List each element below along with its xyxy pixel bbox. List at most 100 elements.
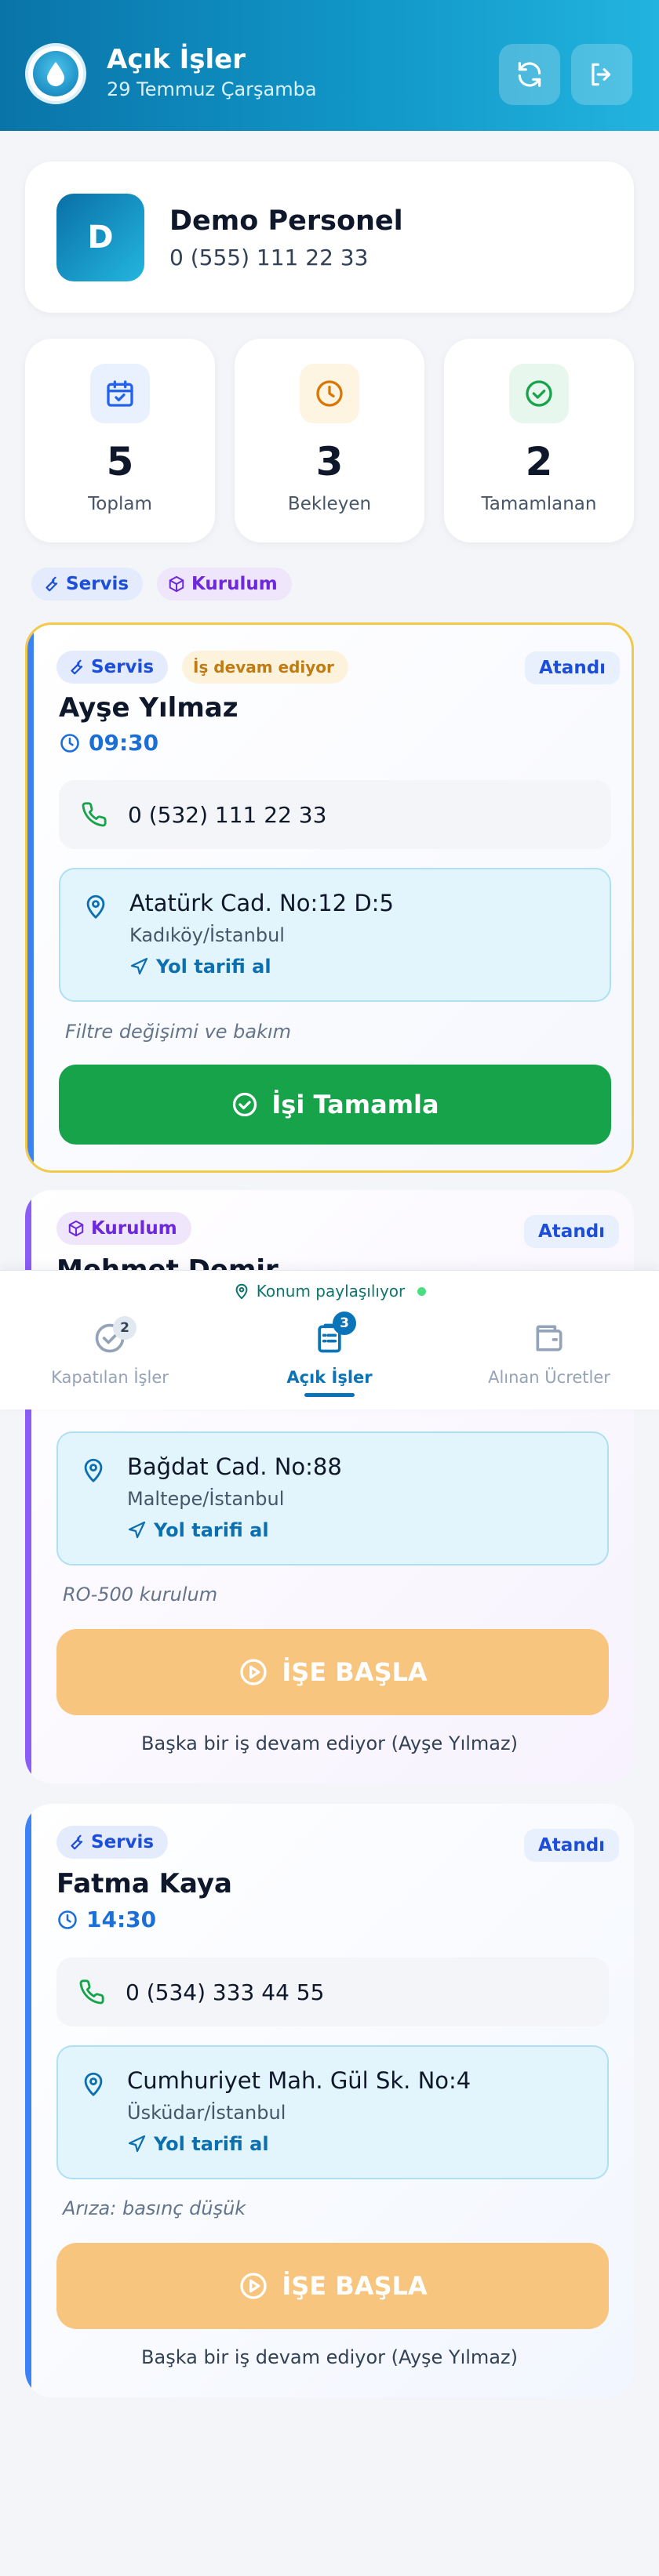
in-progress-badge: İş devam ediyor bbox=[182, 651, 348, 684]
refresh-icon bbox=[518, 62, 541, 87]
location-status: Konum paylaşılıyor bbox=[0, 1282, 659, 1301]
app-logo bbox=[25, 43, 86, 104]
job-note: Filtre değişimi ve bakım bbox=[65, 1021, 292, 1043]
wallet-icon bbox=[536, 1325, 563, 1351]
map-pin-icon bbox=[235, 1283, 248, 1300]
map-pin-icon bbox=[84, 1458, 103, 1482]
job-type-chip: Servis bbox=[56, 651, 169, 684]
directions-label: Yol tarifi al bbox=[154, 1519, 269, 1541]
nav-open-jobs[interactable]: 3 Açık İşler bbox=[220, 1312, 439, 1398]
job-time: 14:30 bbox=[56, 1907, 156, 1932]
phone-number: 0 (532) 111 22 33 bbox=[128, 801, 327, 828]
customer-name: Fatma Kaya bbox=[56, 1868, 232, 1899]
nav-badge: 3 bbox=[333, 1312, 356, 1335]
job-type-bar bbox=[27, 625, 34, 1170]
start-job-label: İŞE BAŞLA bbox=[282, 2271, 428, 2301]
stat-total: 5 Toplam bbox=[25, 339, 215, 542]
job-type-chip: Kurulum bbox=[56, 1212, 191, 1245]
box-icon bbox=[68, 1220, 84, 1237]
phone-icon bbox=[79, 1979, 104, 2005]
location-active-dot bbox=[417, 1286, 427, 1296]
clock-icon bbox=[58, 1910, 77, 1929]
map-pin-icon bbox=[86, 894, 105, 919]
page-title: Açık İşler bbox=[107, 44, 246, 75]
complete-job-label: İşi Tamamla bbox=[271, 1090, 439, 1119]
stat-label: Bekleyen bbox=[287, 494, 372, 514]
complete-job-button[interactable]: İşi Tamamla bbox=[59, 1065, 611, 1145]
address-district: Kadıköy/İstanbul bbox=[129, 924, 285, 946]
location-status-label: Konum paylaşılıyor bbox=[256, 1282, 406, 1301]
nav-received-payments[interactable]: Alınan Ücretler bbox=[439, 1312, 659, 1398]
directions-link[interactable]: Yol tarifi al bbox=[127, 2133, 269, 2155]
job-time-value: 09:30 bbox=[89, 730, 159, 756]
customer-name: Ayşe Yılmaz bbox=[59, 692, 238, 724]
phone-icon bbox=[82, 802, 107, 827]
check-circle-icon bbox=[509, 364, 569, 423]
status-badge: Atandı bbox=[525, 651, 621, 684]
refresh-button[interactable] bbox=[499, 44, 560, 105]
nav-closed-jobs[interactable]: 2 Kapatılan İşler bbox=[0, 1312, 220, 1398]
start-job-button[interactable]: İŞE BAŞLA bbox=[56, 2243, 609, 2329]
job-type-label: Servis bbox=[91, 657, 155, 677]
nav-label: Kapatılan İşler bbox=[51, 1368, 169, 1387]
clock-icon bbox=[300, 364, 359, 423]
stat-completed: 2 Tamamlanan bbox=[444, 339, 634, 542]
address-box: Cumhuriyet Mah. Gül Sk. No:4 Üsküdar/İst… bbox=[56, 2045, 609, 2179]
play-circle-icon bbox=[240, 2273, 268, 2299]
app-header: Açık İşler 29 Temmuz Çarşamba bbox=[0, 0, 659, 131]
directions-link[interactable]: Yol tarifi al bbox=[129, 956, 271, 978]
stat-value: 3 bbox=[315, 439, 344, 484]
blocked-warning: Başka bir iş devam ediyor (Ayşe Yılmaz) bbox=[141, 1732, 518, 1754]
navigation-icon bbox=[130, 957, 148, 975]
calendar-check-icon bbox=[90, 364, 150, 423]
blocked-warning: Başka bir iş devam ediyor (Ayşe Yılmaz) bbox=[141, 2346, 518, 2368]
legend-kurulum-label: Kurulum bbox=[191, 574, 278, 594]
directions-link[interactable]: Yol tarifi al bbox=[127, 1519, 269, 1541]
stat-label: Toplam bbox=[88, 494, 152, 514]
logout-icon bbox=[592, 63, 611, 86]
nav-label: Alınan Ücretler bbox=[488, 1368, 610, 1387]
legend-kurulum: Kurulum bbox=[157, 568, 292, 600]
header-date: 29 Temmuz Çarşamba bbox=[107, 78, 317, 100]
job-type-label: Kurulum bbox=[91, 1218, 177, 1239]
legend-servis: Servis bbox=[31, 568, 144, 600]
navigation-icon bbox=[128, 1521, 146, 1539]
address-district: Maltepe/İstanbul bbox=[127, 1488, 285, 1510]
status-badge: Atandı bbox=[524, 1829, 620, 1862]
phone-link[interactable]: 0 (532) 111 22 33 bbox=[59, 780, 611, 849]
directions-label: Yol tarifi al bbox=[154, 2133, 269, 2155]
nav-badge: 2 bbox=[113, 1316, 137, 1340]
phone-link[interactable]: 0 (534) 333 44 55 bbox=[56, 1957, 609, 2026]
stat-label: Tamamlanan bbox=[481, 494, 597, 514]
stat-pending: 3 Bekleyen bbox=[235, 339, 424, 542]
check-circle-icon bbox=[233, 1092, 257, 1117]
job-type-chip: Servis bbox=[56, 1826, 169, 1859]
address-line: Bağdat Cad. No:88 bbox=[127, 1453, 342, 1480]
address-district: Üsküdar/İstanbul bbox=[127, 2102, 286, 2124]
bottom-navigation: Konum paylaşılıyor 2 Kapatılan İşler 3 A… bbox=[0, 1270, 659, 1410]
job-card[interactable]: Servis İş devam ediyor Atandı Ayşe Yılma… bbox=[25, 622, 634, 1173]
job-time-value: 14:30 bbox=[86, 1907, 157, 1932]
nav-label: Açık İşler bbox=[286, 1368, 373, 1387]
stat-value: 2 bbox=[525, 439, 553, 484]
navigation-icon bbox=[128, 2135, 146, 2153]
address-line: Atatürk Cad. No:12 D:5 bbox=[129, 890, 394, 916]
status-badge: Atandı bbox=[524, 1215, 620, 1248]
profile-name: Demo Personel bbox=[169, 205, 403, 237]
job-note: RO-500 kurulum bbox=[63, 1584, 218, 1605]
wrench-icon bbox=[71, 659, 83, 675]
logout-button[interactable] bbox=[571, 44, 632, 105]
map-pin-icon bbox=[84, 2072, 103, 2096]
start-job-button[interactable]: İŞE BAŞLA bbox=[56, 1629, 609, 1715]
stat-value: 5 bbox=[106, 439, 134, 484]
nav-active-indicator bbox=[304, 1393, 355, 1397]
wrench-icon bbox=[71, 1834, 83, 1850]
address-box: Bağdat Cad. No:88 Maltepe/İstanbul Yol t… bbox=[56, 1431, 609, 1566]
job-type-label: Servis bbox=[91, 1832, 155, 1852]
clock-icon bbox=[60, 733, 79, 753]
job-type-bar bbox=[25, 1804, 31, 2397]
wrench-icon bbox=[46, 576, 58, 592]
job-card[interactable]: Servis Atandı Fatma Kaya 14:30 0 (534) 3… bbox=[25, 1804, 634, 2397]
avatar: D bbox=[56, 194, 144, 281]
address-line: Cumhuriyet Mah. Gül Sk. No:4 bbox=[127, 2067, 471, 2094]
